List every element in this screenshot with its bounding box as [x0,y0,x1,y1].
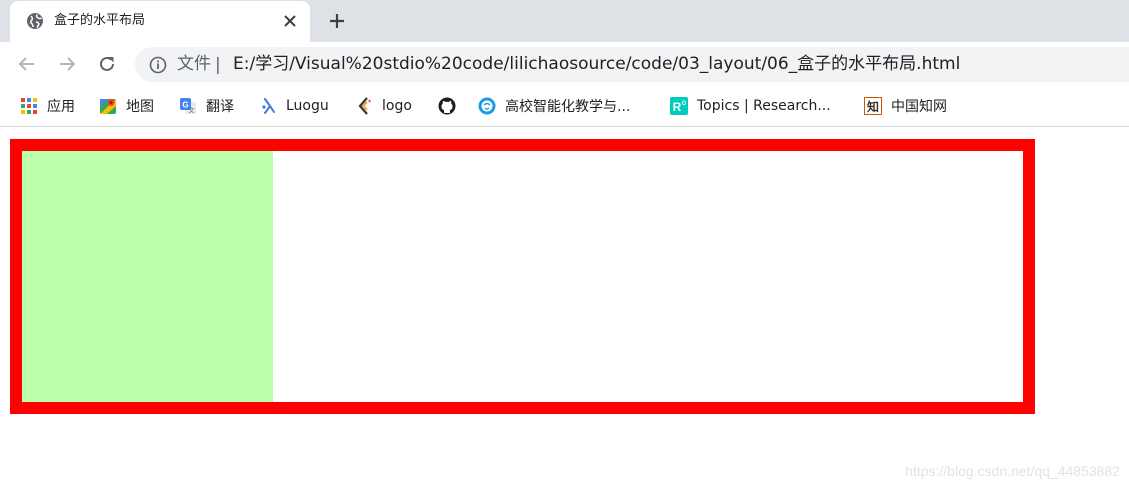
bookmark-luogu[interactable]: Luogu [259,95,329,117]
bookmark-edu[interactable]: 高校智能化教学与... [478,95,630,117]
translate-icon: G 文 [180,98,196,115]
bookmarks-bar: 应用 地图 G 文 翻译 Luogu logo 高校智能化教学与... R G … [0,86,1129,127]
bookmark-github[interactable] [438,95,465,117]
inner-box [22,151,273,402]
apps-grid-icon [21,98,37,114]
watermark-text: https://blog.csdn.net/qq_44853882 [905,463,1120,479]
bookmark-label: Topics | Research... [697,98,831,114]
cnki-icon: 知 [864,97,882,115]
globe-icon [27,13,43,29]
bookmark-label: 地图 [126,99,154,115]
bookmark-translate[interactable]: G 文 翻译 [179,95,234,117]
bookmark-label: Luogu [286,98,329,114]
tab-strip: 盒子的水平布局 [0,0,1129,42]
new-tab-icon[interactable] [327,11,347,31]
bookmark-label: 高校智能化教学与... [505,99,631,115]
researchgate-icon: R G [670,97,688,115]
back-icon[interactable] [17,54,37,74]
toolbar: 文件 | E:/学习/Visual%20stdio%20code/lilicha… [0,42,1129,86]
bookmark-researchgate[interactable]: R G Topics | Research... [670,95,831,117]
reload-icon[interactable] [97,54,117,74]
svg-text:文: 文 [188,107,194,115]
luogu-icon [262,98,275,114]
close-icon[interactable] [281,12,299,30]
outer-box [10,139,1035,414]
tab-title: 盒子的水平布局 [54,13,146,28]
bookmark-logo[interactable]: logo [355,95,412,117]
info-icon[interactable] [149,56,167,74]
bookmark-maps[interactable]: 地图 [99,95,154,117]
bookmark-label: 中国知网 [891,99,947,115]
svg-text:知: 知 [866,99,879,114]
address-bar[interactable]: 文件 | E:/学习/Visual%20stdio%20code/lilicha… [135,47,1129,82]
logo-icon [358,97,371,115]
forward-icon[interactable] [57,54,77,74]
url-text[interactable]: E:/学习/Visual%20stdio%20code/lilichaosour… [233,54,960,74]
scheme-label: 文件 [177,54,211,74]
address-separator: | [215,55,221,75]
bookmark-apps[interactable]: 应用 [20,95,75,117]
bookmark-cnki[interactable]: 知 中国知网 [864,95,947,117]
page-content: https://blog.csdn.net/qq_44853882 [0,128,1129,489]
edu-icon [478,97,496,115]
bookmark-label: logo [382,98,412,114]
bookmark-label: 翻译 [206,99,234,115]
bookmark-label: 应用 [47,99,75,115]
maps-icon [100,99,116,114]
browser-tab[interactable]: 盒子的水平布局 [10,1,310,42]
github-icon [438,97,456,115]
svg-text:G: G [682,101,687,107]
svg-text:R: R [673,100,682,114]
